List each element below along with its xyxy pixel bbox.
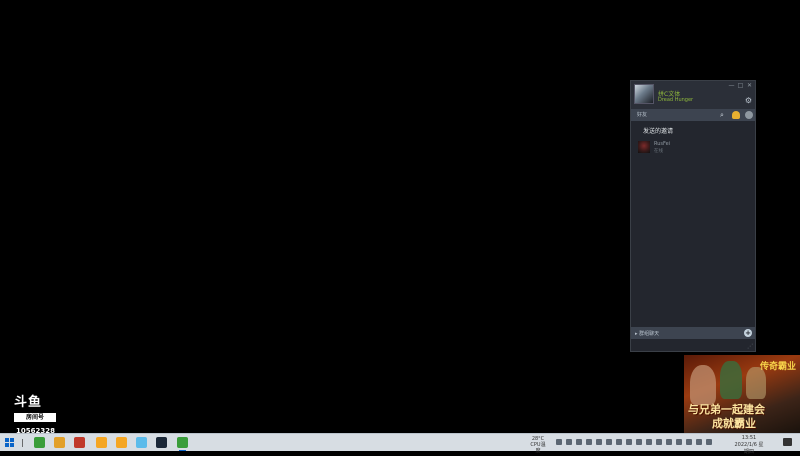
maximize-button[interactable]: □ bbox=[736, 82, 745, 90]
tray-icon[interactable] bbox=[676, 439, 682, 445]
group-chats-label: ▸ 群组聊天 bbox=[635, 331, 660, 337]
ad-logo: 传奇霸业 bbox=[759, 362, 796, 372]
tray-icon[interactable] bbox=[696, 439, 702, 445]
tray-icon[interactable] bbox=[586, 439, 592, 445]
steam-friends-window: 拼C文体 Dread Hunger — □ ✕ ⚙ 好友 ⌕ 发送的邀请 Rus… bbox=[630, 80, 756, 352]
notification-icon[interactable] bbox=[783, 438, 792, 446]
cpu-temperature: 28°C CPU温度 bbox=[528, 436, 548, 454]
ad-character-image bbox=[690, 365, 716, 405]
temperature-label: CPU温度 bbox=[530, 442, 546, 454]
wechat-icon[interactable] bbox=[74, 437, 85, 448]
user-current-game: Dread Hunger bbox=[658, 97, 694, 103]
taskbar-app-icon[interactable] bbox=[96, 437, 107, 448]
clock-time: 13:51 bbox=[741, 435, 757, 441]
tray-icon[interactable] bbox=[646, 439, 652, 445]
group-chats-bar[interactable]: ▸ 群组聊天 + bbox=[631, 327, 755, 339]
close-button[interactable]: ✕ bbox=[745, 82, 754, 90]
system-tray bbox=[556, 439, 716, 447]
tray-icon[interactable] bbox=[666, 439, 672, 445]
friends-header: 拼C文体 Dread Hunger — □ ✕ ⚙ bbox=[631, 81, 755, 109]
tray-icon[interactable] bbox=[566, 439, 572, 445]
hand-icon[interactable] bbox=[732, 111, 740, 119]
room-label: 房间号 bbox=[14, 413, 56, 422]
friend-list-item[interactable]: RusFei 在线 bbox=[635, 139, 753, 157]
add-friend-icon[interactable] bbox=[745, 111, 753, 119]
chrome-icon[interactable] bbox=[54, 437, 65, 448]
friends-label: 好友 bbox=[637, 112, 648, 118]
settings-gear-icon[interactable]: ⚙ bbox=[745, 97, 752, 105]
resize-grip-icon[interactable]: ⋰ bbox=[747, 344, 753, 350]
ad-character-image bbox=[720, 361, 742, 399]
taskbar: | 28°C CPU温度 13:51 2022/1/6 星期四 bbox=[0, 433, 800, 455]
tray-icon[interactable] bbox=[606, 439, 612, 445]
ad-subheadline: 成就霸业 bbox=[712, 417, 756, 430]
clock-date: 2022/1/6 星期四 bbox=[734, 442, 764, 455]
add-icon[interactable]: + bbox=[744, 329, 752, 337]
pending-invites-header[interactable]: 发送的邀请 bbox=[643, 126, 673, 135]
friend-status: 在线 bbox=[654, 149, 663, 154]
user-avatar[interactable] bbox=[634, 84, 654, 104]
taskbar-search-icon[interactable]: | bbox=[21, 438, 24, 447]
clock[interactable]: 13:51 2022/1/6 星期四 bbox=[733, 435, 765, 456]
taskbar-app-icon[interactable] bbox=[116, 437, 127, 448]
douyu-logo: 斗鱼 bbox=[14, 395, 43, 410]
minimize-button[interactable]: — bbox=[727, 82, 736, 90]
tray-icon[interactable] bbox=[556, 439, 562, 445]
douyu-watermark: 斗鱼 房间号 10562328 bbox=[12, 391, 62, 435]
tray-icon[interactable] bbox=[636, 439, 642, 445]
search-icon[interactable]: ⌕ bbox=[720, 109, 724, 121]
ad-banner[interactable]: 传奇霸业 与兄弟一起建会 成就霸业 bbox=[684, 355, 800, 433]
steam-icon[interactable] bbox=[177, 437, 188, 451]
tray-icon[interactable] bbox=[596, 439, 602, 445]
volume-icon[interactable] bbox=[706, 439, 712, 445]
tray-icon[interactable] bbox=[626, 439, 632, 445]
tray-icon[interactable] bbox=[616, 439, 622, 445]
tray-icon[interactable] bbox=[656, 439, 662, 445]
windows-start-icon[interactable] bbox=[5, 438, 14, 447]
friends-search-bar[interactable]: 好友 ⌕ bbox=[631, 109, 755, 121]
taskbar-app-icon[interactable] bbox=[136, 437, 147, 448]
group-chats-text: 群组聊天 bbox=[639, 331, 660, 337]
taskbar-app-icon[interactable] bbox=[156, 437, 167, 448]
friend-avatar bbox=[638, 141, 650, 153]
taskbar-app-icon[interactable] bbox=[34, 437, 45, 448]
friend-name: RusFei bbox=[654, 141, 671, 147]
tray-icon[interactable] bbox=[576, 439, 582, 445]
tray-icon[interactable] bbox=[686, 439, 692, 445]
